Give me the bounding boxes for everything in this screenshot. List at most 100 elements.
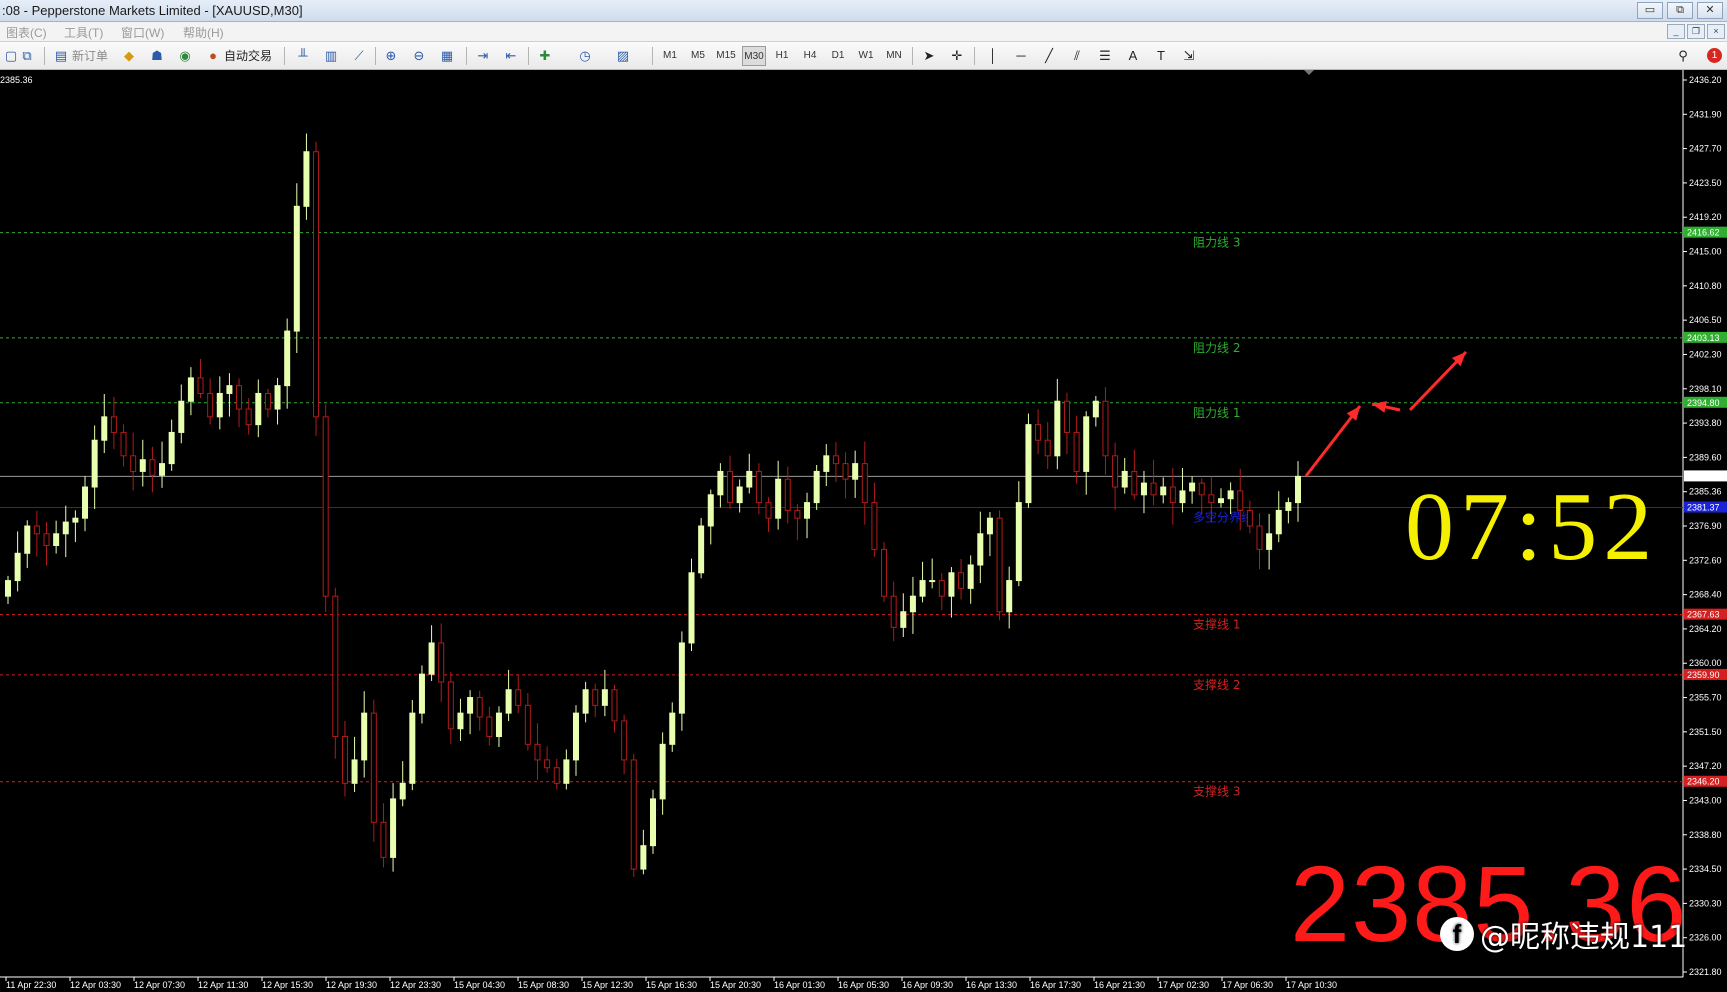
- timeframe-d1[interactable]: D1: [826, 46, 850, 66]
- trendline-icon[interactable]: ╱: [1038, 46, 1060, 66]
- indicators-icon[interactable]: ✚: [534, 46, 556, 66]
- notification-badge[interactable]: 1: [1707, 48, 1722, 63]
- price-tick-label: 2427.70: [1689, 144, 1722, 154]
- candlestick-icon[interactable]: ▥: [320, 46, 342, 66]
- channel-icon[interactable]: ⫽: [1066, 46, 1088, 66]
- menu-help[interactable]: 帮助(H): [183, 24, 224, 41]
- candle-body: [1256, 525, 1263, 550]
- candle-body: [1150, 482, 1157, 496]
- mdi-minimize-button[interactable]: _: [1667, 24, 1685, 39]
- search-icon[interactable]: ⚲: [1672, 46, 1694, 66]
- mdi-restore-button[interactable]: ❐: [1687, 24, 1705, 39]
- bar-chart-icon[interactable]: ╨: [292, 46, 314, 66]
- candle-body: [1092, 400, 1099, 418]
- candle-body: [313, 151, 320, 418]
- text-label-icon[interactable]: T: [1150, 46, 1172, 66]
- time-tick-label: 16 Apr 01:30: [774, 980, 825, 990]
- candle-body: [717, 470, 724, 496]
- crosshair-icon[interactable]: ✛: [946, 46, 968, 66]
- candle-body: [544, 759, 551, 769]
- zoom-out-icon[interactable]: ⊖: [408, 46, 430, 66]
- toolbar-separator: [652, 47, 653, 65]
- menu-window[interactable]: 窗口(W): [121, 24, 164, 41]
- candle-body: [101, 416, 108, 441]
- tile-windows-icon[interactable]: ▦: [436, 46, 458, 66]
- candle-body: [361, 712, 368, 761]
- auto-scroll-icon[interactable]: ⇥: [472, 46, 494, 66]
- candle-body: [130, 455, 137, 472]
- price-tick-label: 2351.50: [1689, 727, 1722, 737]
- candle-body: [515, 689, 522, 706]
- price-tick-label: 2321.80: [1689, 967, 1722, 977]
- timeframe-h1[interactable]: H1: [770, 46, 794, 66]
- candle-body: [1131, 470, 1138, 496]
- candle-body: [736, 486, 743, 504]
- timeframe-m1[interactable]: M1: [658, 46, 682, 66]
- candle-body: [1160, 486, 1167, 496]
- data-window-icon[interactable]: ☗: [146, 46, 168, 66]
- templates-icon[interactable]: ▨: [612, 46, 634, 66]
- candle-body: [1054, 400, 1061, 457]
- menu-tools[interactable]: 工具(T): [64, 24, 103, 41]
- candle-body: [900, 611, 907, 628]
- price-tick-label: 2338.80: [1689, 830, 1722, 840]
- timeframe-m5[interactable]: M5: [686, 46, 710, 66]
- auto-trade-button[interactable]: 自动交易: [224, 46, 272, 66]
- text-icon[interactable]: A: [1122, 46, 1144, 66]
- candle-body: [755, 470, 762, 504]
- auto-trade-icon[interactable]: ●: [202, 46, 224, 66]
- candle-body: [110, 416, 117, 433]
- price-tick-label: 2376.90: [1689, 521, 1722, 531]
- cursor-icon[interactable]: ➤: [918, 46, 940, 66]
- menu-chart[interactable]: 图表(C): [6, 24, 47, 41]
- candle-body: [149, 459, 156, 476]
- new-order-button[interactable]: 新订单: [72, 46, 108, 66]
- new-order-icon[interactable]: ▤: [50, 46, 72, 66]
- close-button[interactable]: ✕: [1697, 2, 1723, 19]
- vertical-line-icon[interactable]: │: [982, 46, 1004, 66]
- chart-shift-icon[interactable]: ⇤: [500, 46, 522, 66]
- candle-body: [178, 400, 185, 433]
- zoom-in-icon[interactable]: ⊕: [380, 46, 402, 66]
- candle-body: [621, 720, 628, 761]
- candle-body: [505, 689, 512, 714]
- candle-body: [1015, 502, 1022, 582]
- navigator-icon[interactable]: ◉: [174, 46, 196, 66]
- minimize-button[interactable]: ▭: [1637, 2, 1663, 19]
- candle-body: [43, 533, 50, 546]
- candle-body: [495, 712, 502, 738]
- market-watch-icon[interactable]: ◆: [118, 46, 140, 66]
- candle-body: [1217, 498, 1224, 504]
- horizontal-line-icon[interactable]: ─: [1010, 46, 1032, 66]
- level-price-tag: 2381.37: [1687, 503, 1720, 513]
- level-label-r2: 阻力线 2: [1193, 341, 1240, 355]
- fibonacci-icon[interactable]: ☰: [1094, 46, 1116, 66]
- timeframe-h4[interactable]: H4: [798, 46, 822, 66]
- profiles-icon[interactable]: ⧉: [16, 46, 38, 66]
- candle-body: [197, 377, 204, 394]
- candle-body: [332, 595, 339, 738]
- timeframe-m30[interactable]: M30: [742, 46, 766, 66]
- candle-body: [601, 689, 608, 706]
- candle-body: [1073, 431, 1080, 472]
- candle-body: [909, 595, 916, 613]
- level-price-tag: 2394.80: [1687, 398, 1720, 408]
- candle-body: [1246, 509, 1253, 527]
- candle-body: [563, 759, 570, 784]
- time-tick-label: 17 Apr 06:30: [1222, 980, 1273, 990]
- menu-bar: 图表(C) 工具(T) 窗口(W) 帮助(H) _ ❐ ×: [0, 22, 1727, 42]
- arrows-icon[interactable]: ⇲: [1178, 46, 1200, 66]
- restore-button[interactable]: ⧉: [1667, 2, 1693, 19]
- candle-body: [159, 463, 166, 476]
- mdi-close-button[interactable]: ×: [1707, 24, 1725, 39]
- window-title: :08 - Pepperstone Markets Limited - [XAU…: [2, 3, 303, 18]
- candle-body: [120, 431, 127, 457]
- time-tick-label: 15 Apr 12:30: [582, 980, 633, 990]
- price-tick-label: 2410.80: [1689, 281, 1722, 291]
- candle-body: [996, 517, 1003, 613]
- periods-icon[interactable]: ◷: [574, 46, 596, 66]
- timeframe-w1[interactable]: W1: [854, 46, 878, 66]
- timeframe-mn[interactable]: MN: [882, 46, 906, 66]
- timeframe-m15[interactable]: M15: [714, 46, 738, 66]
- line-chart-icon[interactable]: ⟋: [348, 46, 370, 66]
